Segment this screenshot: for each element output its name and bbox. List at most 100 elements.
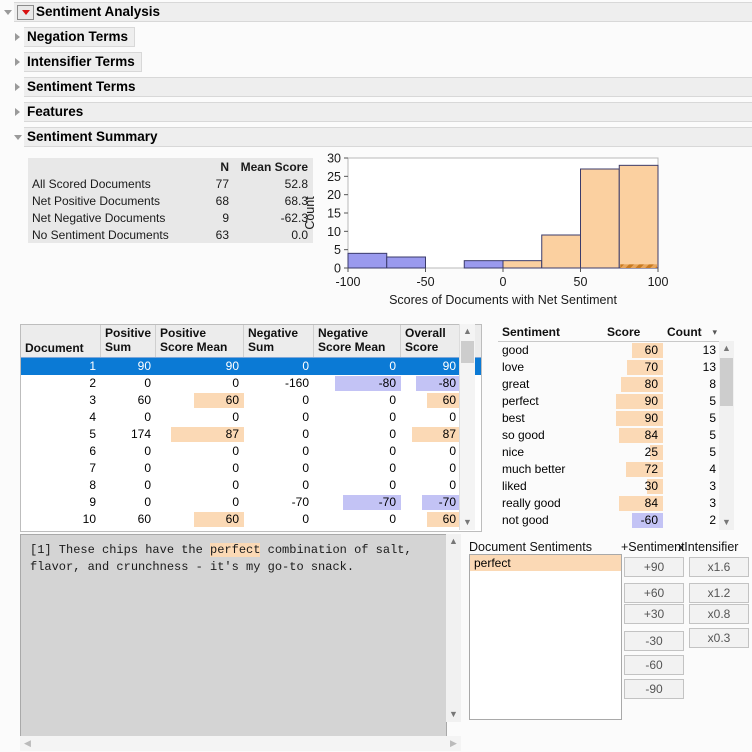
scroll-up-icon[interactable]: ▲	[446, 534, 461, 549]
table-row[interactable]: nice 25 5	[498, 444, 721, 461]
column-header-count[interactable]: Count ▾	[663, 324, 721, 341]
table-row[interactable]: so good 84 5	[498, 427, 721, 444]
column-header-sentiment[interactable]: Sentiment	[498, 324, 603, 341]
score-button-minus-90[interactable]: -90	[624, 679, 684, 699]
table-row[interactable]: 5 174 87 0 0 87	[21, 426, 481, 443]
column-header-4[interactable]: Negative Score Mean	[314, 325, 401, 357]
score-button-minus-60[interactable]: -60	[624, 655, 684, 675]
outline-header-sentiment-summary[interactable]: Sentiment Summary	[24, 127, 752, 147]
column-header-0[interactable]: Document	[21, 325, 101, 357]
scrollbar-thumb[interactable]	[461, 341, 474, 363]
histogram-bar[interactable]	[502, 260, 543, 269]
red-triangle-menu-icon[interactable]	[17, 4, 34, 20]
documents-grid-scrollbar[interactable]: ▲ ▼	[459, 324, 475, 530]
table-row[interactable]: 7 0 0 0 0 0	[21, 460, 481, 477]
cell-value: 5	[89, 427, 96, 441]
score-button-plus-60[interactable]: +60	[624, 583, 684, 603]
disclosure-triangle-icon[interactable]	[2, 2, 14, 22]
table-row[interactable]: 9 0 0 -70 -70 -70	[21, 494, 481, 511]
disclosure-triangle-icon[interactable]	[12, 52, 24, 72]
table-row[interactable]: love 70 13	[498, 359, 721, 376]
table-row[interactable]: 10 60 60 0 0 60	[21, 511, 481, 528]
table-row[interactable]: 3 60 60 0 0 60	[21, 392, 481, 409]
outline-header-sentiment-terms[interactable]: Sentiment Terms	[24, 77, 752, 97]
cell-value: love	[502, 360, 525, 374]
disclosure-triangle-icon[interactable]	[12, 127, 24, 147]
table-row[interactable]: good 60 13	[498, 342, 721, 359]
table-row[interactable]: 6 0 0 0 0 0	[21, 443, 481, 460]
scroll-down-icon[interactable]: ▼	[446, 707, 461, 722]
table-row[interactable]: 8 0 0 0 0 0	[21, 477, 481, 494]
column-header-1[interactable]: Positive Sum	[101, 325, 156, 357]
histogram-selected-bar[interactable]	[620, 264, 657, 268]
cell-value: 0	[232, 444, 239, 458]
column-header-2[interactable]: Positive Score Mean	[156, 325, 244, 357]
outline-section-sentiment-terms[interactable]: Sentiment Terms	[12, 77, 752, 97]
scroll-left-icon[interactable]: ◀	[20, 736, 35, 751]
text-panel-vscrollbar[interactable]: ▲ ▼	[446, 534, 461, 722]
text-panel-hscrollbar[interactable]: ◀ ▶	[20, 736, 461, 751]
column-header-5[interactable]: Overall Score	[401, 325, 461, 357]
table-row[interactable]: not good -60 2	[498, 512, 721, 529]
outline-section-intensifier-terms[interactable]: Intensifier Terms	[12, 52, 142, 72]
intensifier-button-x1-6[interactable]: x1.6	[689, 557, 749, 577]
intensifier-button-x0-3[interactable]: x0.3	[689, 628, 749, 648]
table-row[interactable]: perfect 90 5	[498, 393, 721, 410]
column-header-score[interactable]: Score	[603, 324, 663, 341]
table-row[interactable]: liked 30 3	[498, 478, 721, 495]
disclosure-triangle-icon[interactable]	[12, 77, 24, 97]
column-header-3[interactable]: Negative Sum	[244, 325, 314, 357]
cell-count: 5	[663, 410, 721, 427]
outline-header-sentiment-analysis[interactable]: Sentiment Analysis	[14, 2, 752, 22]
cell-negative-score-mean: 0	[314, 409, 401, 426]
outline-section-sentiment-summary[interactable]: Sentiment Summary	[12, 127, 752, 147]
chevron-down-icon[interactable]: ▾	[712, 325, 717, 340]
outline-header-features[interactable]: Features	[24, 102, 752, 122]
column-header-line1: Positive	[160, 326, 207, 340]
sentiment-term-highlight[interactable]: perfect	[210, 543, 261, 557]
document-sentiments-list[interactable]: perfect	[469, 554, 622, 720]
table-row[interactable]: great 80 8	[498, 376, 721, 393]
outline-header-negation-terms[interactable]: Negation Terms	[24, 27, 136, 47]
table-row[interactable]: really good 84 3	[498, 495, 721, 512]
score-button-plus-30[interactable]: +30	[624, 604, 684, 624]
table-row[interactable]: much better 72 4	[498, 461, 721, 478]
document-text-panel[interactable]: [1] These chips have the perfect combina…	[20, 534, 447, 738]
documents-grid-body[interactable]: 1 90 90 0 0 90 2 0 0 -160 -80 -80 3 60 60 0 0 60 4 0 0 0 0 0 5 17…	[21, 358, 481, 528]
histogram-bar[interactable]	[580, 168, 620, 269]
histogram-bar[interactable]	[618, 164, 659, 269]
score-button-plus-90[interactable]: +90	[624, 557, 684, 577]
outline-section-features[interactable]: Features	[12, 102, 752, 122]
histogram-bar[interactable]	[463, 260, 504, 269]
scroll-up-icon[interactable]: ▲	[719, 341, 734, 356]
outline-header-intensifier-terms[interactable]: Intensifier Terms	[24, 52, 142, 72]
scroll-up-icon[interactable]: ▲	[460, 324, 475, 339]
table-row[interactable]: 4 0 0 0 0 0	[21, 409, 481, 426]
cell-value: 0	[389, 410, 396, 424]
histogram-bar[interactable]	[541, 234, 581, 269]
intensifier-button-x0-8[interactable]: x0.8	[689, 604, 749, 624]
scroll-down-icon[interactable]: ▼	[719, 515, 734, 530]
disclosure-triangle-icon[interactable]	[12, 102, 24, 122]
disclosure-triangle-icon[interactable]	[12, 27, 24, 47]
cell-score: -60	[603, 512, 663, 529]
scroll-right-icon[interactable]: ▶	[446, 736, 461, 751]
score-button-minus-30[interactable]: -30	[624, 631, 684, 651]
table-row[interactable]: best 90 5	[498, 410, 721, 427]
table-row[interactable]: 1 90 90 0 0 90	[21, 358, 481, 375]
scroll-down-icon[interactable]: ▼	[460, 515, 475, 530]
intensifier-button-x1-2[interactable]: x1.2	[689, 583, 749, 603]
net-sentiment-histogram[interactable]: 0 5 10 15 20 25 30 -100 -50 0 50 100 Scores of Docum…	[300, 148, 670, 313]
outline-section-negation-terms[interactable]: Negation Terms	[12, 27, 136, 47]
histogram-bar[interactable]	[386, 256, 426, 269]
documents-data-grid[interactable]: Document Positive Sum Positive Score Mean Neg…	[20, 324, 482, 532]
table-row[interactable]: 2 0 0 -160 -80 -80	[21, 375, 481, 392]
scrollbar-thumb[interactable]	[720, 358, 733, 406]
histogram-bar[interactable]	[347, 252, 388, 269]
sentiment-terms-grid[interactable]: Sentiment Score Count ▾ good 60 13 love 70 13 gre…	[498, 324, 721, 530]
sentiment-grid-body[interactable]: good 60 13 love 70 13 great 80 8 perfect 90 5 best 90…	[498, 342, 721, 529]
list-item[interactable]: perfect	[470, 555, 621, 571]
outline-root-sentiment-analysis[interactable]: Sentiment Analysis	[2, 2, 752, 22]
cell-value: 60	[644, 343, 658, 357]
sentiment-grid-scrollbar[interactable]: ▲ ▼	[719, 341, 734, 530]
